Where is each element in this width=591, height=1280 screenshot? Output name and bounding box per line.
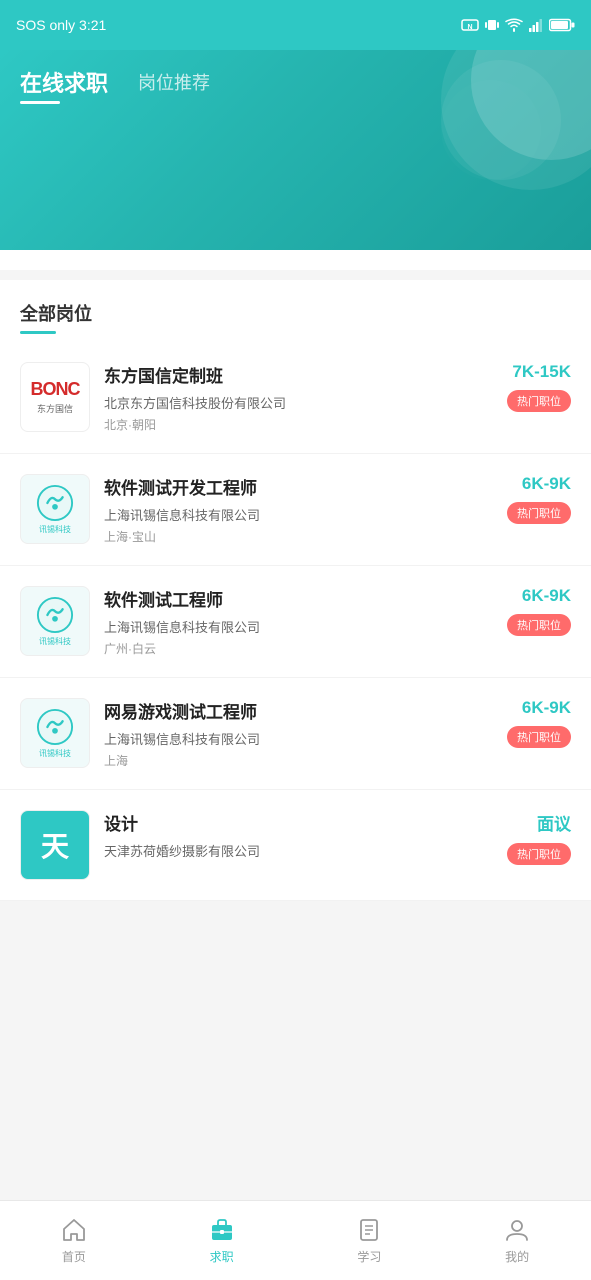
table-row[interactable]: 讯锡科技 网易游戏测试工程师 上海讯锡信息科技有限公司 上海 6K-9K 热门职… — [0, 678, 591, 790]
status-time: SOS only 3:21 — [16, 17, 106, 33]
company-logo: 讯锡科技 — [20, 474, 90, 544]
job-right: 6K-9K 热门职位 — [507, 474, 571, 524]
job-right: 6K-9K 热门职位 — [507, 698, 571, 748]
learn-icon — [355, 1216, 383, 1244]
job-info: 网易游戏测试工程师 上海讯锡信息科技有限公司 上海 — [104, 698, 493, 769]
svg-text:N: N — [467, 24, 472, 31]
job-icon — [208, 1216, 236, 1244]
nav-item-learn[interactable]: 学习 — [296, 1216, 444, 1265]
hot-badge: 热门职位 — [507, 390, 571, 412]
table-row[interactable]: BONC 东方国信 东方国信定制班 北京东方国信科技股份有限公司 北京·朝阳 7… — [0, 342, 591, 454]
job-title: 设计 — [104, 810, 493, 835]
table-row[interactable]: 讯锡科技 软件测试开发工程师 上海讯锡信息科技有限公司 上海·宝山 6K-9K … — [0, 454, 591, 566]
company-logo: 讯锡科技 — [20, 698, 90, 768]
job-title: 东方国信定制班 — [104, 362, 493, 387]
wifi-icon — [505, 18, 523, 32]
section-title: 全部岗位 — [20, 300, 92, 334]
job-salary: 6K-9K — [522, 586, 571, 606]
tab-job-recommend[interactable]: 岗位推荐 — [138, 69, 210, 101]
vibrate-icon — [485, 17, 499, 33]
job-info: 设计 天津苏荷婚纱摄影有限公司 — [104, 810, 493, 864]
job-title: 软件测试开发工程师 — [104, 474, 493, 499]
header: 在线求职 岗位推荐 — [0, 50, 591, 250]
hot-badge: 热门职位 — [507, 726, 571, 748]
filter-section — [0, 250, 591, 270]
company-logo: 讯锡科技 — [20, 586, 90, 656]
nav-label-job: 求职 — [210, 1248, 234, 1265]
job-info: 东方国信定制班 北京东方国信科技股份有限公司 北京·朝阳 — [104, 362, 493, 433]
job-location: 上海 — [104, 752, 493, 769]
job-info: 软件测试开发工程师 上海讯锡信息科技有限公司 上海·宝山 — [104, 474, 493, 545]
job-right: 面议 热门职位 — [507, 810, 571, 865]
nav-label-home: 首页 — [62, 1248, 86, 1265]
bottom-nav: 首页 求职 学习 — [0, 1200, 591, 1280]
table-row[interactable]: 天 设计 天津苏荷婚纱摄影有限公司 面议 热门职位 — [0, 790, 591, 901]
job-company: 上海讯锡信息科技有限公司 — [104, 729, 493, 748]
job-right: 6K-9K 热门职位 — [507, 586, 571, 636]
nfc-icon: N — [461, 18, 479, 32]
section-header: 全部岗位 — [0, 280, 591, 342]
hot-badge: 热门职位 — [507, 614, 571, 636]
nav-item-job[interactable]: 求职 — [148, 1216, 296, 1265]
job-location: 上海·宝山 — [104, 528, 493, 545]
hot-badge: 热门职位 — [507, 843, 571, 865]
home-icon — [60, 1216, 88, 1244]
job-company: 天津苏荷婚纱摄影有限公司 — [104, 841, 493, 860]
job-company: 上海讯锡信息科技有限公司 — [104, 505, 493, 524]
profile-icon — [503, 1216, 531, 1244]
job-info: 软件测试工程师 上海讯锡信息科技有限公司 广州·白云 — [104, 586, 493, 657]
signal-icon — [529, 18, 543, 32]
job-salary: 7K-15K — [512, 362, 571, 382]
company-logo: 天 — [20, 810, 90, 880]
tab-online-jobs[interactable]: 在线求职 — [20, 66, 108, 104]
status-icons: N — [461, 17, 575, 33]
nav-item-home[interactable]: 首页 — [0, 1216, 148, 1265]
job-title: 网易游戏测试工程师 — [104, 698, 493, 723]
company-logo: BONC 东方国信 — [20, 362, 90, 432]
nav-label-profile: 我的 — [505, 1248, 529, 1265]
job-list: BONC 东方国信 东方国信定制班 北京东方国信科技股份有限公司 北京·朝阳 7… — [0, 342, 591, 901]
battery-icon — [549, 18, 575, 32]
job-location: 北京·朝阳 — [104, 416, 493, 433]
job-salary: 面议 — [537, 810, 571, 835]
nav-item-profile[interactable]: 我的 — [443, 1216, 591, 1265]
job-salary: 6K-9K — [522, 698, 571, 718]
job-right: 7K-15K 热门职位 — [507, 362, 571, 412]
job-salary: 6K-9K — [522, 474, 571, 494]
nav-label-learn: 学习 — [357, 1248, 381, 1265]
job-company: 上海讯锡信息科技有限公司 — [104, 617, 493, 636]
table-row[interactable]: 讯锡科技 软件测试工程师 上海讯锡信息科技有限公司 广州·白云 6K-9K 热门… — [0, 566, 591, 678]
job-title: 软件测试工程师 — [104, 586, 493, 611]
job-company: 北京东方国信科技股份有限公司 — [104, 393, 493, 412]
job-location: 广州·白云 — [104, 640, 493, 657]
hot-badge: 热门职位 — [507, 502, 571, 524]
header-tabs: 在线求职 岗位推荐 — [20, 66, 571, 104]
status-bar: SOS only 3:21 N — [0, 0, 591, 50]
